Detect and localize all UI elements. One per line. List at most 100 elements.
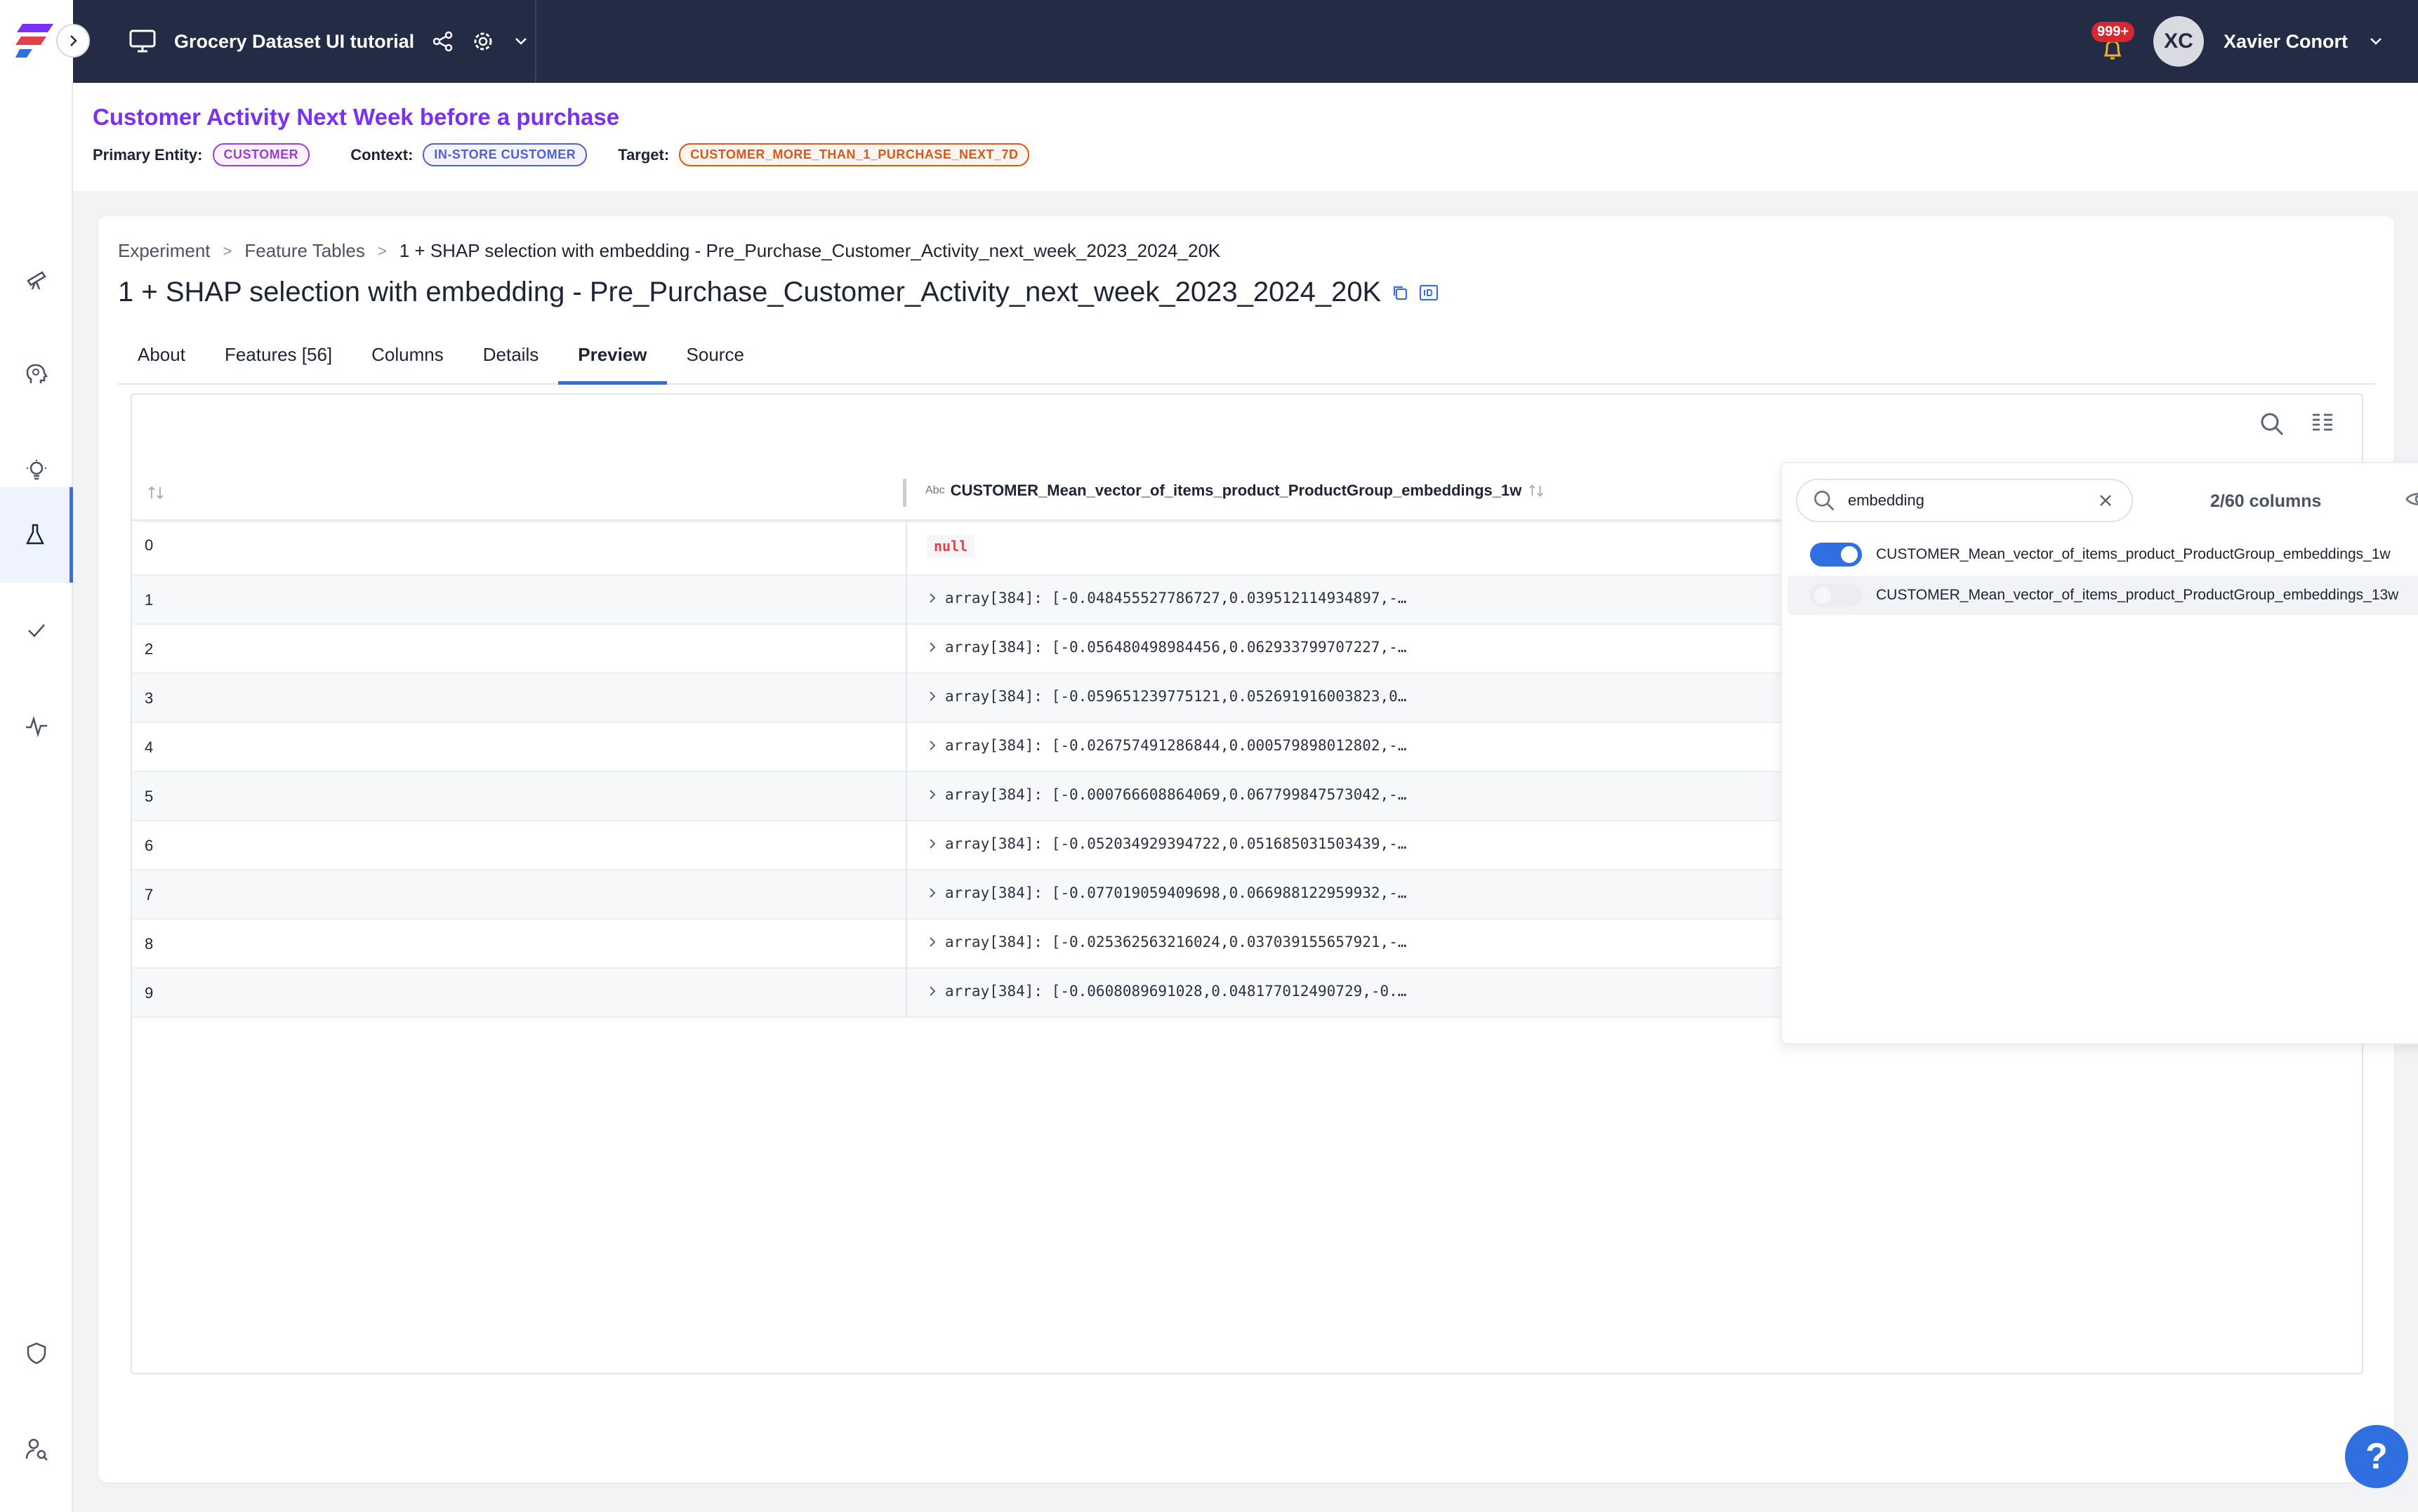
avatar[interactable]: XC: [2153, 16, 2204, 67]
user-search-icon: [25, 1438, 48, 1461]
sidebar-item-approval[interactable]: [0, 583, 73, 678]
array-preview[interactable]: array[384]: [-0.048455527786727,0.039512…: [945, 590, 1406, 606]
chevron-right-icon: [70, 35, 77, 46]
primary-entity-chip[interactable]: CUSTOMER: [212, 143, 310, 166]
search-icon[interactable]: [2258, 410, 2286, 438]
user-name[interactable]: Xavier Conort: [2224, 31, 2348, 53]
column-header-embeddings-1w[interactable]: Abc CUSTOMER_Mean_vector_of_items_produc…: [925, 482, 1545, 500]
target-chip[interactable]: CUSTOMER_MORE_THAN_1_PURCHASE_NEXT_7D: [679, 143, 1030, 166]
page-title-row: 1 + SHAP selection with embedding - Pre_…: [118, 277, 1439, 308]
cell-value: array[384]: [-0.000766608864069,0.067799…: [927, 786, 1406, 803]
column-option[interactable]: CUSTOMER_Mean_vector_of_items_product_Pr…: [1788, 535, 2418, 574]
expand-array-icon[interactable]: [927, 641, 938, 654]
breadcrumb-experiment[interactable]: Experiment: [118, 240, 211, 262]
columns-chooser-icon[interactable]: [2310, 410, 2335, 435]
breadcrumb-feature-tables[interactable]: Feature Tables: [244, 240, 365, 262]
row-index: 5: [145, 788, 154, 805]
notification-count: 999+: [2091, 22, 2135, 42]
row-index: 1: [145, 591, 154, 609]
column-header-label: CUSTOMER_Mean_vector_of_items_product_Pr…: [950, 482, 1522, 499]
row-index: 6: [145, 837, 154, 854]
left-sidebar: [0, 83, 73, 1512]
app-logo-icon: [15, 24, 53, 58]
expand-array-icon[interactable]: [927, 837, 938, 850]
sidebar-item-security[interactable]: [0, 1306, 73, 1401]
id-card-icon[interactable]: [1419, 284, 1439, 302]
sort-icon[interactable]: [146, 483, 166, 503]
cell-value: array[384]: [-0.056480498984456,0.062933…: [927, 639, 1406, 656]
expand-array-icon[interactable]: [927, 985, 938, 997]
column-option-label: CUSTOMER_Mean_vector_of_items_product_Pr…: [1876, 546, 2391, 562]
null-badge: null: [927, 535, 975, 557]
chevron-down-icon[interactable]: [513, 33, 529, 50]
telescope-icon: [27, 271, 46, 290]
eye-icon[interactable]: [2405, 489, 2418, 510]
column-toggle[interactable]: [1810, 543, 1862, 566]
breadcrumb: Experiment > Feature Tables > 1 + SHAP s…: [118, 240, 1220, 262]
cell-value: array[384]: [-0.025362563216024,0.037039…: [927, 934, 1406, 950]
array-preview[interactable]: array[384]: [-0.056480498984456,0.062933…: [945, 639, 1406, 656]
shield-icon: [27, 1342, 46, 1365]
row-index: 7: [145, 886, 154, 903]
table-tools: [2258, 410, 2335, 438]
row-index: 0: [145, 536, 154, 554]
row-index: 3: [145, 689, 154, 707]
column-count: 2/60 columns: [2210, 491, 2322, 511]
cell-value: null: [927, 535, 975, 557]
preview-panel: Abc CUSTOMER_Mean_vector_of_items_produc…: [131, 393, 2418, 1374]
cell-value: array[384]: [-0.052034929394722,0.051685…: [927, 835, 1406, 852]
column-search-input[interactable]: [1848, 491, 2087, 510]
context-label: Context:: [350, 145, 414, 164]
tab-bar: About Features [56] Columns Details Prev…: [118, 336, 2374, 385]
expand-array-icon[interactable]: [927, 887, 938, 899]
use-case-title[interactable]: Customer Activity Next Week before a pur…: [93, 104, 2418, 131]
sidebar-item-experiment[interactable]: [0, 487, 73, 583]
sidebar-item-monitoring[interactable]: [0, 678, 73, 774]
array-preview[interactable]: array[384]: [-0.0608089691028,0.04817701…: [945, 983, 1406, 1000]
gear-icon[interactable]: [472, 30, 494, 53]
array-preview[interactable]: array[384]: [-0.077019059409698,0.066988…: [945, 884, 1406, 901]
column-search-box[interactable]: [1796, 479, 2133, 522]
sidebar-item-knowledge[interactable]: [0, 327, 73, 423]
help-button[interactable]: ?: [2345, 1425, 2408, 1488]
breadcrumb-current: 1 + SHAP selection with embedding - Pre_…: [399, 240, 1221, 261]
tab-about[interactable]: About: [118, 336, 205, 385]
sidebar-item-explore[interactable]: [0, 232, 73, 327]
expand-array-icon[interactable]: [927, 690, 938, 703]
column-option[interactable]: CUSTOMER_Mean_vector_of_items_product_Pr…: [1788, 576, 2418, 615]
expand-array-icon[interactable]: [927, 592, 938, 604]
sidebar-item-user-search[interactable]: [0, 1401, 73, 1497]
array-preview[interactable]: array[384]: [-0.000766608864069,0.067799…: [945, 786, 1406, 803]
expand-array-icon[interactable]: [927, 936, 938, 948]
tab-preview[interactable]: Preview: [558, 336, 667, 385]
expand-array-icon[interactable]: [927, 739, 938, 752]
context-chip[interactable]: IN-STORE CUSTOMER: [423, 143, 588, 166]
array-preview[interactable]: array[384]: [-0.025362563216024,0.037039…: [945, 934, 1406, 950]
expand-array-icon[interactable]: [927, 788, 938, 801]
row-index: 8: [145, 935, 154, 953]
cell-value: array[384]: [-0.026757491286844,0.000579…: [927, 737, 1406, 754]
chevron-down-icon[interactable]: [2367, 33, 2384, 50]
tab-source[interactable]: Source: [667, 336, 764, 385]
notifications-button[interactable]: 999+: [2091, 20, 2135, 62]
primary-entity-label: Primary Entity:: [93, 145, 203, 164]
tab-details[interactable]: Details: [463, 336, 558, 385]
cell-value: array[384]: [-0.059651239775121,0.052691…: [927, 688, 1406, 705]
array-preview[interactable]: array[384]: [-0.052034929394722,0.051685…: [945, 835, 1406, 852]
tab-features[interactable]: Features [56]: [205, 336, 352, 385]
row-index: 2: [145, 640, 154, 658]
share-icon[interactable]: [432, 31, 454, 52]
lightbulb-icon: [27, 460, 46, 480]
project-title: Grocery Dataset UI tutorial: [174, 30, 415, 52]
column-resize-handle[interactable]: [903, 479, 906, 507]
copy-icon[interactable]: [1391, 284, 1409, 302]
close-icon[interactable]: [2098, 493, 2113, 508]
tab-columns[interactable]: Columns: [352, 336, 463, 385]
column-toggle[interactable]: [1810, 583, 1862, 607]
use-case-meta: Primary Entity: CUSTOMER Context: IN-STO…: [93, 143, 2418, 166]
sort-icon[interactable]: [1527, 482, 1545, 500]
array-preview[interactable]: array[384]: [-0.026757491286844,0.000579…: [945, 737, 1406, 754]
array-preview[interactable]: array[384]: [-0.059651239775121,0.052691…: [945, 688, 1406, 705]
project-selector[interactable]: Grocery Dataset UI tutorial: [73, 0, 536, 83]
sidebar-expand-button[interactable]: [56, 24, 90, 58]
